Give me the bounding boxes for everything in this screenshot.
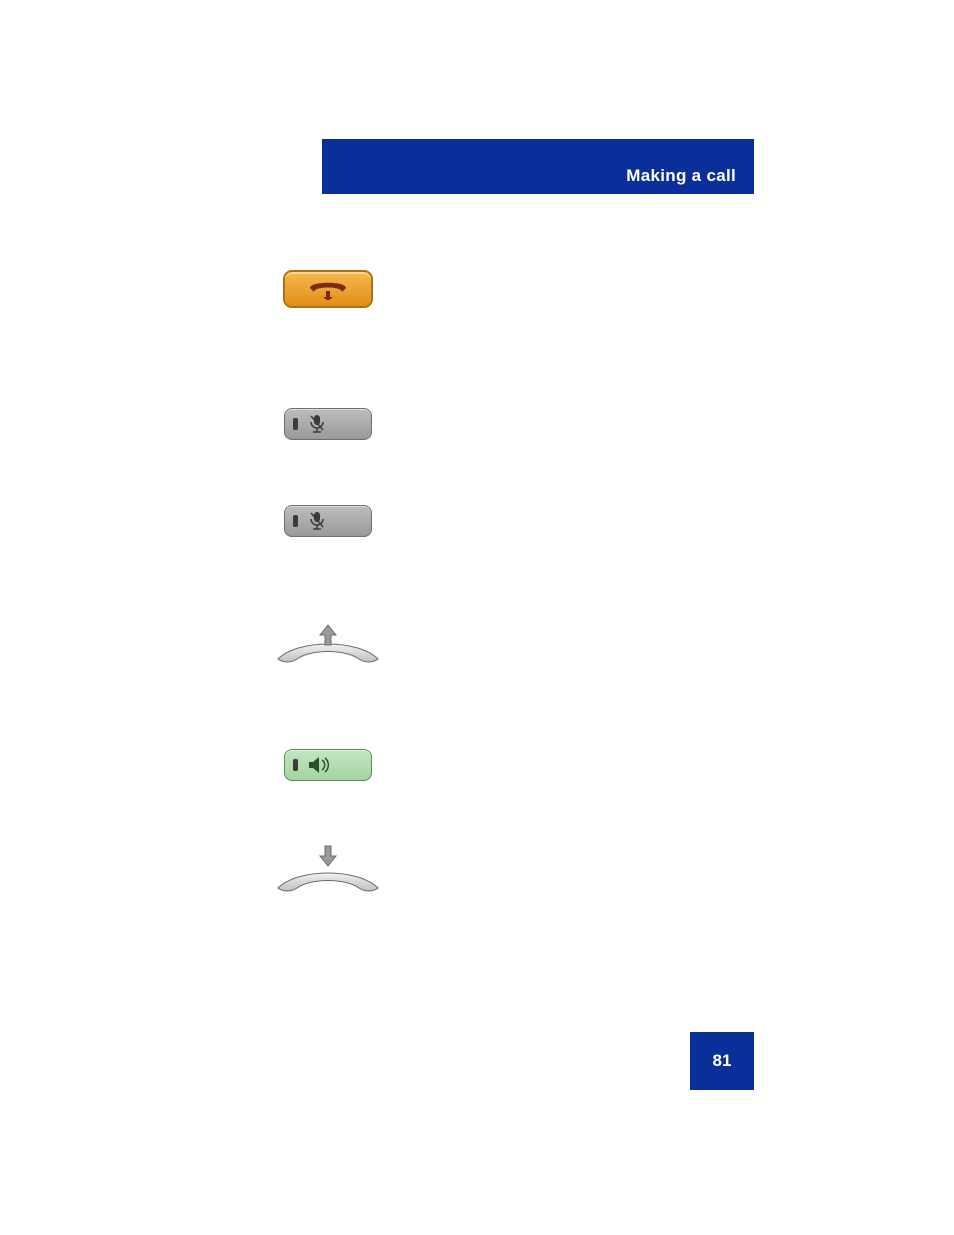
icon-slot-lift-handset <box>270 625 386 675</box>
mute-key-icon <box>284 505 372 537</box>
speaker-icon <box>308 755 330 775</box>
page-number: 81 <box>713 1051 732 1071</box>
icon-slot-mute-1 <box>270 408 386 440</box>
microphone-muted-icon <box>308 414 326 434</box>
section-header-band: Making a call <box>322 139 754 194</box>
mute-key-icon <box>284 408 372 440</box>
led-indicator-icon <box>293 418 298 430</box>
arrow-up-icon <box>316 623 340 647</box>
page-number-box: 81 <box>690 1032 754 1090</box>
arrow-down-icon <box>316 844 340 868</box>
section-header-title: Making a call <box>626 166 736 186</box>
goodbye-key-icon <box>283 270 373 308</box>
replace-handset-icon <box>273 848 383 898</box>
icon-slot-mute-2 <box>270 505 386 537</box>
icon-slot-handsfree <box>270 749 386 781</box>
document-page: Making a call <box>0 0 954 1235</box>
icon-slot-replace-handset <box>270 848 386 898</box>
led-indicator-icon <box>293 759 298 771</box>
led-indicator-icon <box>293 515 298 527</box>
microphone-muted-icon <box>308 511 326 531</box>
icon-slot-goodbye <box>270 270 386 308</box>
lift-handset-icon <box>273 625 383 675</box>
handsfree-key-icon <box>284 749 372 781</box>
